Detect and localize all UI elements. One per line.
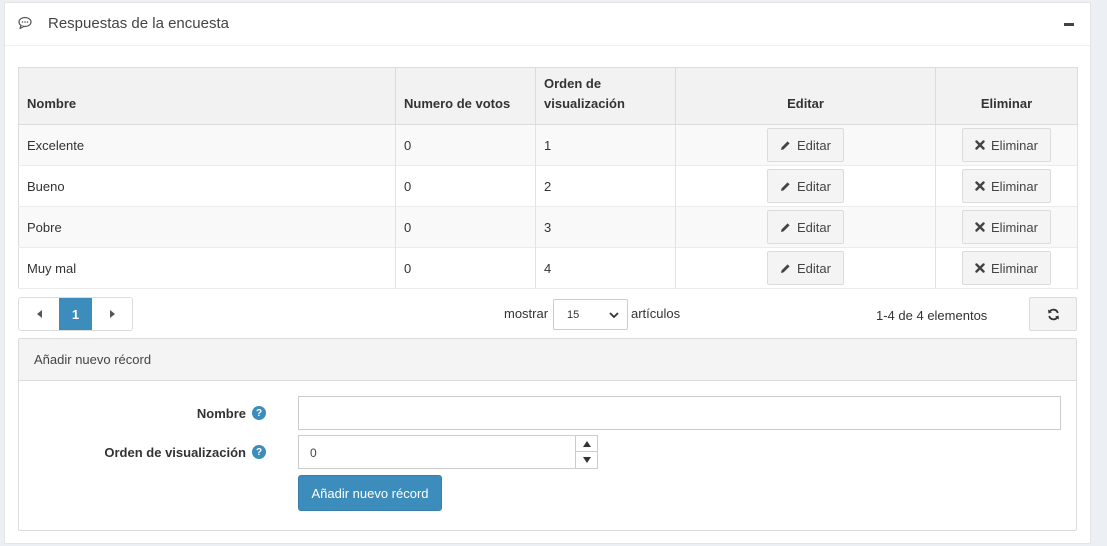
stepper-up-button[interactable] <box>576 436 597 452</box>
cell-edit: Editar <box>675 206 936 248</box>
panel-header: Respuestas de la encuesta <box>5 3 1090 46</box>
collapse-button[interactable] <box>1062 14 1076 34</box>
add-record-button[interactable]: Añadir nuevo récord <box>298 475 442 511</box>
cell-name: Muy mal <box>18 247 396 289</box>
comment-icon <box>18 16 34 32</box>
edit-button[interactable]: Editar <box>767 169 844 203</box>
question-circle-icon[interactable]: ? <box>252 445 266 459</box>
question-circle-icon[interactable]: ? <box>252 406 266 420</box>
cell-order: 4 <box>535 247 676 289</box>
col-header-order[interactable]: Orden de visualización <box>535 67 676 125</box>
delete-button[interactable]: Eliminar <box>962 128 1051 162</box>
order-field[interactable]: 0 <box>298 435 598 469</box>
cell-votes: 0 <box>395 206 536 248</box>
add-record-box: Añadir nuevo récord Nombre ? Orden de vi… <box>18 338 1077 531</box>
cell-name: Bueno <box>18 165 396 207</box>
col-header-delete: Eliminar <box>935 67 1078 125</box>
pencil-icon <box>781 222 790 232</box>
panel-title: Respuestas de la encuesta <box>48 15 229 32</box>
minus-icon <box>1064 23 1074 26</box>
cell-delete: Eliminar <box>935 247 1078 289</box>
col-header-order-line2: visualización <box>544 96 625 111</box>
cell-edit: Editar <box>675 247 936 289</box>
cell-delete: Eliminar <box>935 206 1078 248</box>
edit-button-label: Editar <box>797 137 831 153</box>
name-field-label: Nombre <box>196 406 246 421</box>
delete-button[interactable]: Eliminar <box>962 169 1051 203</box>
refresh-button[interactable] <box>1029 297 1077 331</box>
order-stepper <box>575 436 597 468</box>
caret-up-icon <box>582 440 591 447</box>
caret-left-icon <box>36 310 42 318</box>
order-field-label: Orden de visualización <box>104 445 246 460</box>
table-row: Bueno 0 2 Editar Eliminar <box>18 165 1078 207</box>
cell-order: 2 <box>535 165 676 207</box>
table-row: Muy mal 0 4 Editar Eliminar <box>18 247 1078 289</box>
page-button-current[interactable]: 1 <box>59 298 92 330</box>
survey-answers-panel: Respuestas de la encuesta Nombre Numero … <box>4 2 1091 544</box>
next-page-button[interactable] <box>92 298 132 330</box>
delete-button[interactable]: Eliminar <box>962 210 1051 244</box>
times-icon <box>975 140 985 150</box>
edit-button-label: Editar <box>797 260 831 276</box>
stepper-down-button[interactable] <box>576 452 597 468</box>
items-label: artículos <box>631 306 681 321</box>
cell-name: Excelente <box>18 124 396 166</box>
edit-button[interactable]: Editar <box>767 128 844 162</box>
delete-button-label: Eliminar <box>991 137 1038 153</box>
prev-page-button[interactable] <box>19 298 59 330</box>
cell-edit: Editar <box>675 124 936 166</box>
delete-button-label: Eliminar <box>991 219 1038 235</box>
cell-order: 1 <box>535 124 676 166</box>
col-header-edit: Editar <box>675 67 936 125</box>
record-count: 1-4 de 4 elementos <box>876 308 988 323</box>
answers-table: Nombre Numero de votos Orden de visualiz… <box>18 67 1078 289</box>
show-label: mostrar <box>504 306 549 321</box>
pagination: 1 <box>18 297 133 331</box>
times-icon <box>975 222 985 232</box>
times-icon <box>975 263 985 273</box>
cell-votes: 0 <box>395 124 536 166</box>
col-header-name[interactable]: Nombre <box>18 67 396 125</box>
order-field-value: 0 <box>310 446 317 460</box>
edit-button-label: Editar <box>797 219 831 235</box>
cell-name: Pobre <box>18 206 396 248</box>
pencil-icon <box>781 181 790 191</box>
delete-button[interactable]: Eliminar <box>962 251 1051 285</box>
refresh-icon <box>1047 308 1059 320</box>
delete-button-label: Eliminar <box>991 260 1038 276</box>
table-row: Pobre 0 3 Editar Eliminar <box>18 206 1078 248</box>
page-size-value: 15 <box>567 308 580 321</box>
col-header-order-line1: Orden de <box>544 76 602 91</box>
delete-button-label: Eliminar <box>991 178 1038 194</box>
caret-down-icon <box>582 457 591 463</box>
edit-button-label: Editar <box>797 178 831 194</box>
times-icon <box>975 181 985 191</box>
cell-order: 3 <box>535 206 676 248</box>
table-header-row: Nombre Numero de votos Orden de visualiz… <box>18 67 1078 125</box>
pencil-icon <box>781 140 790 150</box>
add-record-header: Añadir nuevo récord <box>19 339 1076 381</box>
edit-button[interactable]: Editar <box>767 210 844 244</box>
page-size-select[interactable]: 15 <box>553 299 628 330</box>
pencil-icon <box>781 263 790 273</box>
name-field[interactable] <box>298 396 1061 430</box>
chevron-down-icon <box>609 312 619 319</box>
table-row: Excelente 0 1 Editar Eliminar <box>18 124 1078 166</box>
edit-button[interactable]: Editar <box>767 251 844 285</box>
cell-delete: Eliminar <box>935 124 1078 166</box>
cell-votes: 0 <box>395 247 536 289</box>
caret-right-icon <box>109 310 115 318</box>
cell-edit: Editar <box>675 165 936 207</box>
cell-delete: Eliminar <box>935 165 1078 207</box>
col-header-votes[interactable]: Numero de votos <box>395 67 536 125</box>
cell-votes: 0 <box>395 165 536 207</box>
